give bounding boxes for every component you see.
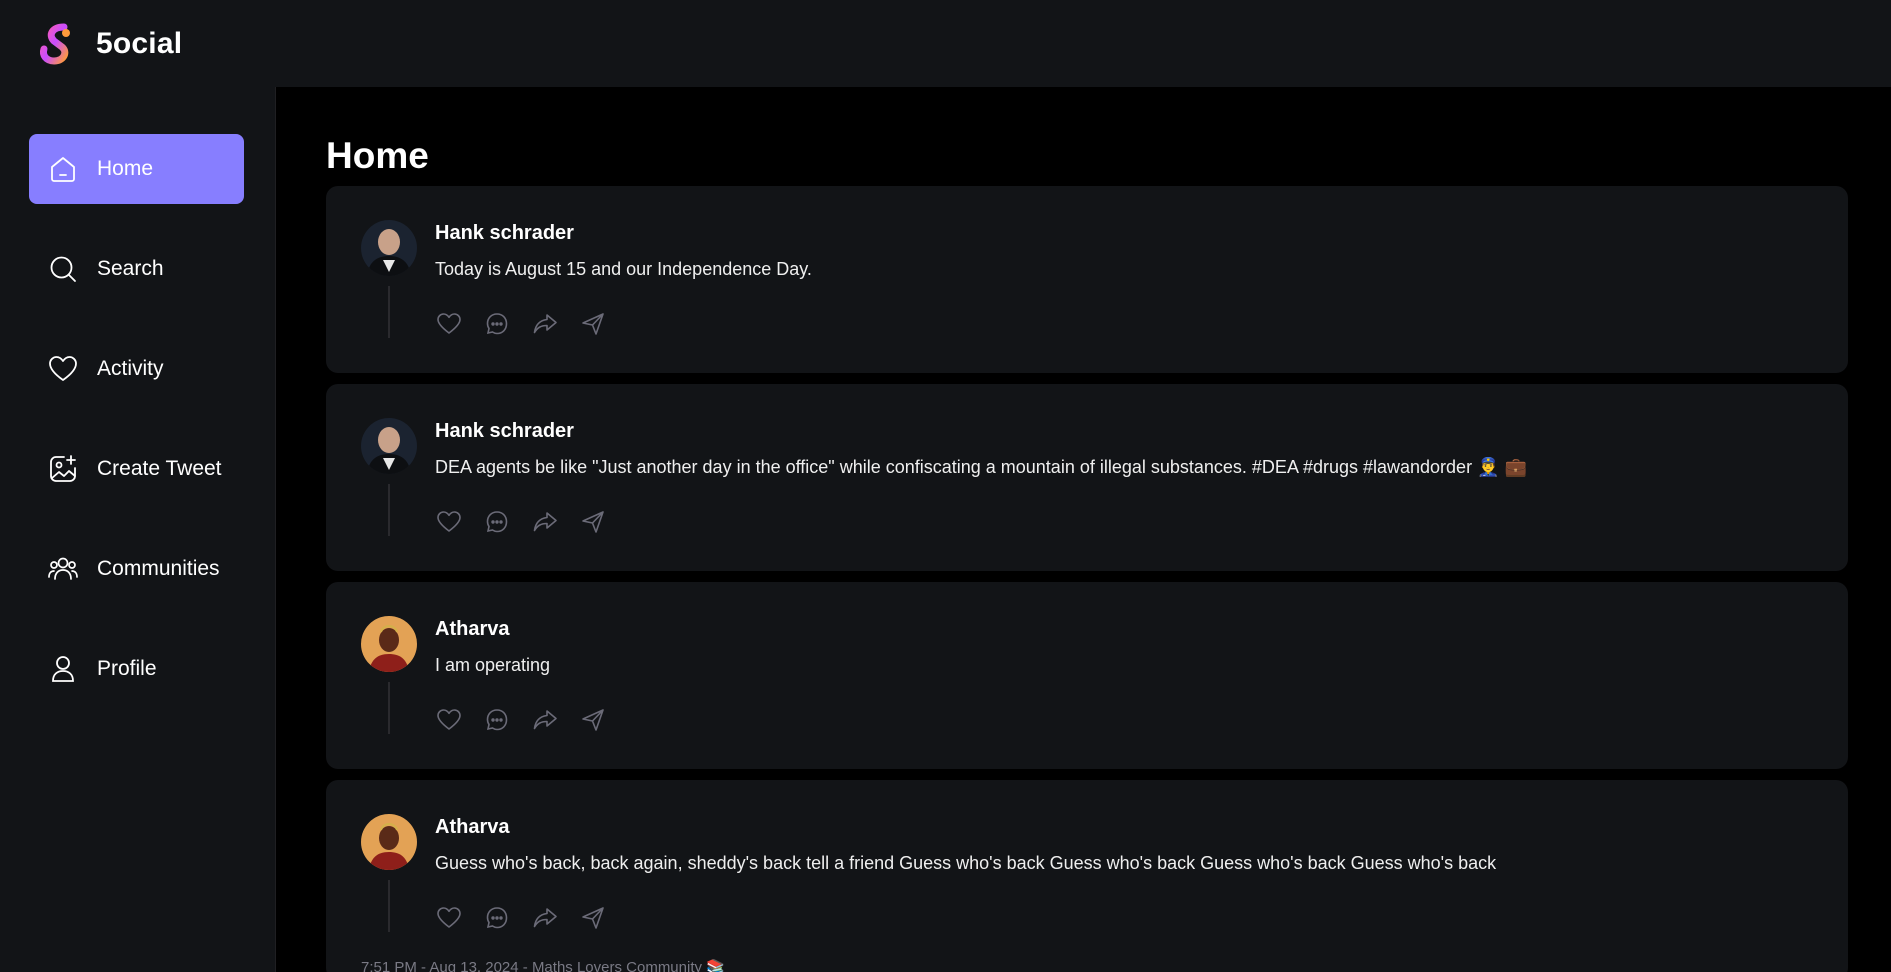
post-content: DEA agents be like "Just another day in … — [435, 457, 1527, 477]
thread-line — [388, 880, 390, 932]
sidebar-item-label: Activity — [97, 357, 164, 380]
share-icon[interactable] — [579, 508, 607, 536]
sidebar-item-search[interactable]: Search — [29, 234, 244, 304]
post-card: Hank schrader DEA agents be like "Just a… — [326, 384, 1848, 571]
thread-line — [388, 682, 390, 734]
comment-icon[interactable] — [483, 310, 511, 338]
sidebar-item-activity[interactable]: Activity — [29, 334, 244, 404]
sidebar-item-home[interactable]: Home — [29, 134, 244, 204]
post-content: I am operating — [435, 655, 551, 675]
post-author[interactable]: Atharva — [435, 618, 1818, 641]
post-author[interactable]: Atharva — [435, 816, 1818, 839]
sidebar-item-label: Search — [97, 257, 164, 280]
post-card: Hank schrader Today is August 15 and our… — [326, 186, 1848, 373]
post-meta[interactable]: 7:51 PM - Aug 13, 2024 - Maths Lovers Co… — [361, 958, 725, 972]
home-icon — [51, 157, 75, 182]
thread-line — [388, 286, 390, 338]
page-title: Home — [326, 135, 429, 176]
post-actions — [435, 904, 627, 932]
gallery-add-icon — [50, 455, 76, 482]
avatar[interactable] — [361, 616, 417, 672]
top-bar: 5ocial — [0, 0, 1891, 87]
repost-icon[interactable] — [531, 508, 559, 536]
repost-icon[interactable] — [531, 310, 559, 338]
heart-icon — [49, 356, 77, 381]
sidebar-item-create-tweet[interactable]: Create Tweet — [29, 434, 244, 504]
comment-icon[interactable] — [483, 904, 511, 932]
sidebar-item-label: Home — [97, 157, 154, 180]
post-actions — [435, 508, 627, 536]
main-feed: Home Hank schrader Today is August 15 an… — [277, 87, 1891, 972]
like-icon[interactable] — [435, 310, 463, 338]
avatar-image — [361, 616, 417, 672]
post-actions — [435, 706, 627, 734]
post-author[interactable]: Hank schrader — [435, 222, 1818, 245]
post-content: Guess who's back, back again, sheddy's b… — [435, 853, 1497, 873]
repost-icon[interactable] — [531, 706, 559, 734]
share-icon[interactable] — [579, 706, 607, 734]
like-icon[interactable] — [435, 706, 463, 734]
avatar-image — [361, 814, 417, 870]
user-icon — [52, 656, 74, 682]
logo-icon[interactable] — [36, 21, 82, 67]
sidebar-item-label: Create Tweet — [97, 457, 222, 480]
avatar[interactable] — [361, 220, 417, 276]
post-content: Today is August 15 and our Independence … — [435, 259, 812, 279]
thread-line — [388, 484, 390, 536]
comment-icon[interactable] — [483, 706, 511, 734]
like-icon[interactable] — [435, 508, 463, 536]
sidebar-item-communities[interactable]: Communities — [29, 534, 244, 604]
sidebar-item-profile[interactable]: Profile — [29, 634, 244, 704]
sidebar-item-label: Profile — [97, 657, 157, 680]
post-author[interactable]: Hank schrader — [435, 420, 1818, 443]
people-icon — [48, 557, 78, 580]
left-sidebar: Home Search Activity Create Tweet Commun… — [0, 87, 276, 972]
avatar-image — [361, 418, 417, 474]
brand-name[interactable]: 5ocial — [96, 27, 182, 61]
post-card: Atharva Guess who's back, back again, sh… — [326, 780, 1848, 972]
repost-icon[interactable] — [531, 904, 559, 932]
like-icon[interactable] — [435, 904, 463, 932]
post-card: Atharva I am operating — [326, 582, 1848, 769]
share-icon[interactable] — [579, 310, 607, 338]
avatar[interactable] — [361, 418, 417, 474]
avatar-image — [361, 220, 417, 276]
search-icon — [50, 256, 76, 282]
sidebar-item-label: Communities — [97, 557, 220, 580]
post-actions — [435, 310, 627, 338]
comment-icon[interactable] — [483, 508, 511, 536]
share-icon[interactable] — [579, 904, 607, 932]
avatar[interactable] — [361, 814, 417, 870]
